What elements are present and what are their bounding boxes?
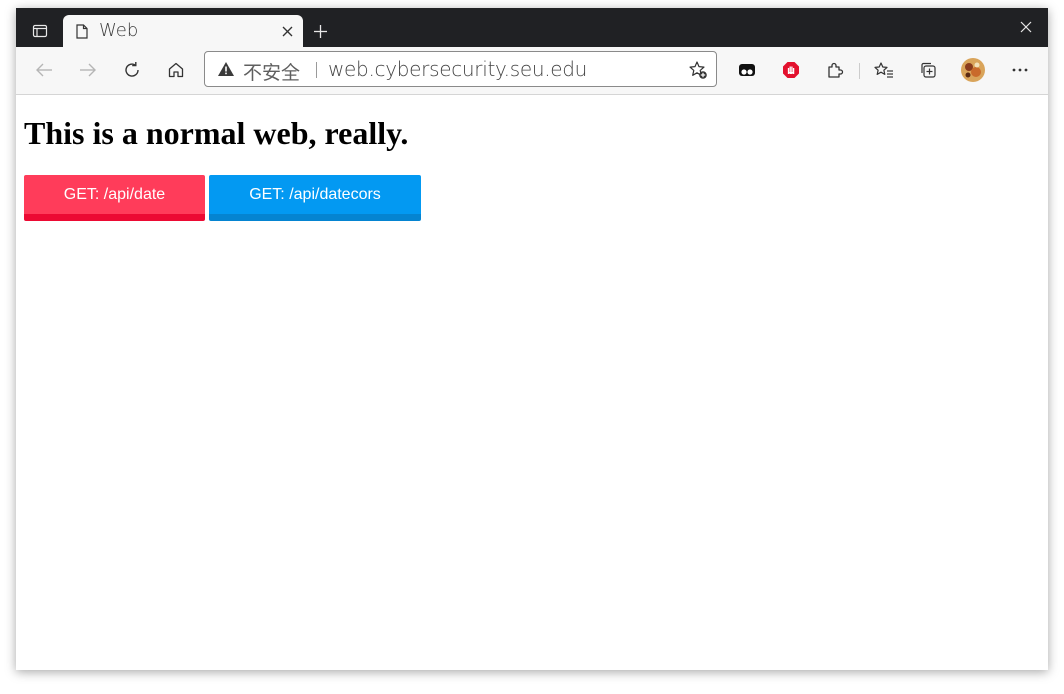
adblock-icon[interactable] (779, 58, 803, 82)
puzzle-icon[interactable] (823, 58, 847, 82)
browser-window: Web 不安全 web.cybersecurity.seu.edu This i… (16, 8, 1048, 670)
collections-icon[interactable] (916, 58, 940, 82)
page-heading: This is a normal web, really. (24, 115, 409, 151)
browser-toolbar: 不安全 web.cybersecurity.seu.edu (16, 47, 1048, 95)
tab-actions-icon[interactable] (30, 21, 50, 41)
close-icon[interactable] (279, 23, 295, 39)
forward-arrow-icon[interactable] (76, 58, 100, 82)
home-icon[interactable] (164, 58, 188, 82)
get-datecors-button[interactable]: GET: /api/datecors (209, 175, 421, 221)
refresh-icon[interactable] (120, 58, 144, 82)
back-arrow-icon[interactable] (32, 58, 56, 82)
url-text[interactable]: web.cybersecurity.seu.edu (328, 57, 587, 81)
tab-title: Web (99, 20, 139, 41)
star-add-icon[interactable] (688, 60, 708, 80)
plus-icon[interactable] (310, 21, 330, 41)
extension-icon[interactable] (735, 58, 759, 82)
avatar[interactable] (960, 57, 986, 83)
address-divider (316, 62, 317, 78)
favorites-icon[interactable] (872, 58, 896, 82)
toolbar-divider (859, 63, 860, 79)
browser-tab[interactable]: Web (63, 15, 303, 47)
page-content: This is a normal web, really. GET: /api/… (16, 95, 1048, 670)
window-close-icon[interactable] (1018, 19, 1034, 35)
security-status[interactable]: 不安全 (243, 58, 300, 85)
get-date-button[interactable]: GET: /api/date (24, 175, 205, 221)
title-bar: Web (16, 8, 1048, 47)
page-icon (75, 23, 89, 39)
more-icon[interactable] (1008, 58, 1032, 82)
warning-icon[interactable] (217, 61, 235, 77)
address-bar[interactable]: 不安全 web.cybersecurity.seu.edu (204, 51, 717, 87)
